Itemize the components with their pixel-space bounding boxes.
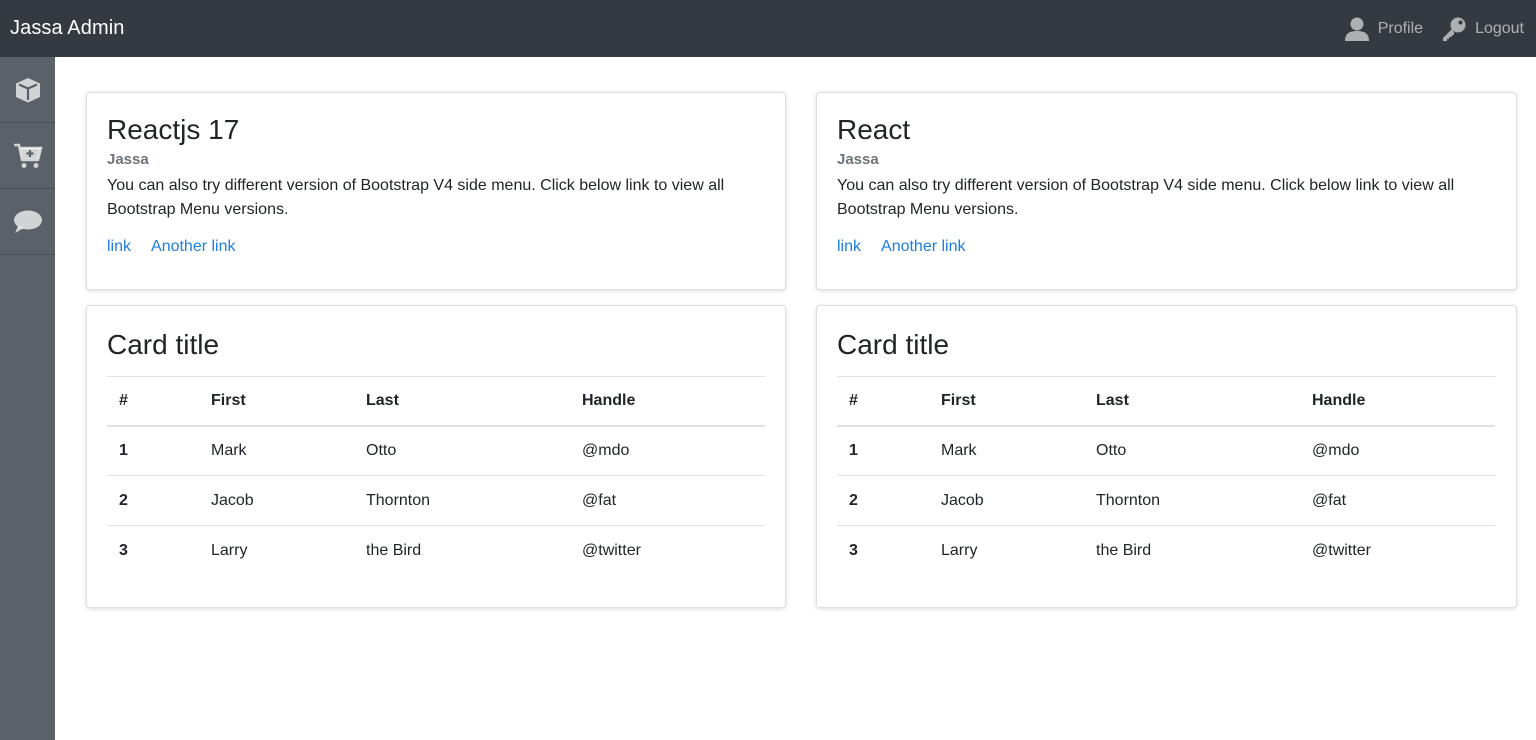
sidebar-item-cart[interactable] [0, 123, 55, 189]
table-cell: @mdo [1300, 425, 1495, 476]
key-icon [1441, 16, 1467, 42]
table-cell: 2 [107, 475, 199, 526]
profile-label: Profile [1377, 19, 1424, 37]
table-card-right: Card title # First Last Handle 1 Mark Ot… [816, 305, 1517, 608]
card-subtitle: Jassa [837, 150, 879, 168]
table-cell: Otto [354, 425, 570, 476]
card-links: link Another link [107, 238, 765, 256]
table-cell: @fat [1300, 475, 1495, 526]
top-nav: Profile Logout [1344, 16, 1524, 42]
table-cell: the Bird [354, 525, 570, 576]
table-cell: Larry [929, 525, 1084, 576]
table-cell: 2 [837, 475, 929, 526]
card-text: You can also try different version of Bo… [107, 176, 725, 218]
card-links: link Another link [837, 238, 1496, 256]
column-header: # [107, 376, 199, 427]
table-row: 3 Larry the Bird @twitter [107, 525, 765, 576]
table-row: 2 Jacob Thornton @fat [107, 475, 765, 526]
card-link[interactable]: link [107, 238, 131, 256]
table-cell: 1 [107, 425, 199, 476]
table-cell: the Bird [1084, 525, 1300, 576]
card-title: Card title [107, 329, 220, 360]
comment-icon [13, 209, 43, 235]
card-title: Reactjs 17 [107, 114, 240, 145]
table-row: 2 Jacob Thornton @fat [837, 475, 1495, 526]
column-header: Handle [570, 376, 765, 427]
profile-link[interactable]: Profile [1344, 16, 1423, 42]
cart-plus-icon [13, 142, 43, 170]
table-row: 1 Mark Otto @mdo [107, 425, 765, 476]
table-header-row: # First Last Handle [837, 376, 1495, 427]
table-cell: @twitter [570, 525, 765, 576]
table-cell: 3 [837, 525, 929, 576]
table-row: 1 Mark Otto @mdo [837, 425, 1495, 476]
cube-icon [14, 76, 42, 104]
column-header: Last [1084, 376, 1300, 427]
card-link[interactable]: link [837, 238, 861, 256]
table-cell: 1 [837, 425, 929, 476]
table-header-row: # First Last Handle [107, 376, 765, 427]
table-cell: 3 [107, 525, 199, 576]
card-text: You can also try different version of Bo… [837, 176, 1455, 218]
table-row: 3 Larry the Bird @twitter [837, 525, 1495, 576]
table-cell: @fat [570, 475, 765, 526]
top-navbar: Jassa Admin Profile Logout [0, 0, 1536, 57]
table-card-left: Card title # First Last Handle 1 Mark Ot… [86, 305, 786, 608]
info-card-react: React Jassa You can also try different v… [816, 92, 1517, 290]
brand-title[interactable]: Jassa Admin [10, 17, 125, 40]
column-header: Last [354, 376, 570, 427]
table-cell: Mark [929, 425, 1084, 476]
column-header: First [929, 376, 1084, 427]
table-cell: Mark [199, 425, 354, 476]
table-cell: Jacob [929, 475, 1084, 526]
table-cell: Jacob [199, 475, 354, 526]
table-cell: Larry [199, 525, 354, 576]
table-cell: Thornton [1084, 475, 1300, 526]
sidebar-item-comments[interactable] [0, 189, 55, 255]
data-table: # First Last Handle 1 Mark Otto @mdo 2 J… [837, 376, 1495, 576]
column-header: First [199, 376, 354, 427]
table-cell: @mdo [570, 425, 765, 476]
column-header: Handle [1300, 376, 1495, 427]
logout-label: Logout [1475, 19, 1524, 37]
sidebar-item-cube[interactable] [0, 57, 55, 123]
main-content: Reactjs 17 Jassa You can also try differ… [55, 57, 1536, 740]
logout-link[interactable]: Logout [1441, 16, 1524, 42]
table-cell: @twitter [1300, 525, 1495, 576]
card-title: React [837, 114, 911, 145]
data-table: # First Last Handle 1 Mark Otto @mdo 2 J… [107, 376, 765, 576]
card-another-link[interactable]: Another link [151, 238, 236, 256]
table-cell: Otto [1084, 425, 1300, 476]
card-subtitle: Jassa [107, 150, 149, 168]
column-header: # [837, 376, 929, 427]
sidebar [0, 57, 55, 740]
card-title: Card title [837, 329, 950, 360]
info-card-reactjs: Reactjs 17 Jassa You can also try differ… [86, 92, 786, 290]
user-icon [1344, 16, 1370, 42]
table-cell: Thornton [354, 475, 570, 526]
card-another-link[interactable]: Another link [881, 238, 966, 256]
